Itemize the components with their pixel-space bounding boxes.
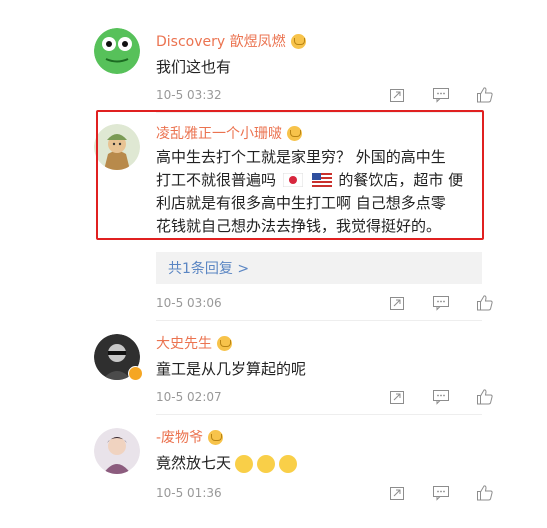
user-row: Discovery 歆煜凤燃 [156, 30, 306, 52]
comment-text-part: 竟然放七天 [156, 454, 232, 472]
reply-box: 共1条回复 > [156, 252, 482, 284]
avatar[interactable] [94, 428, 140, 474]
comment-actions [386, 482, 496, 504]
crown-badge-icon [208, 429, 224, 445]
share-icon[interactable] [386, 293, 408, 313]
smile-face-icon [279, 454, 298, 473]
comment-text: 竟然放七天 [156, 452, 486, 475]
comment-text: 我们这也有 [156, 58, 232, 76]
share-icon[interactable] [386, 85, 408, 105]
like-icon[interactable] [474, 387, 496, 407]
comment-time: 10-5 03:06 [156, 296, 222, 310]
share-icon[interactable] [386, 483, 408, 503]
username[interactable]: 大史先生 [156, 333, 212, 353]
comment-time: 10-5 03:32 [156, 88, 222, 102]
smile-face-icon [235, 454, 254, 473]
divider [156, 414, 482, 415]
share-icon[interactable] [386, 387, 408, 407]
avatar[interactable] [94, 28, 140, 74]
like-icon[interactable] [474, 483, 496, 503]
user-row: -废物爷 [156, 426, 224, 448]
username[interactable]: -废物爷 [156, 427, 203, 447]
comment-actions [386, 386, 496, 408]
user-row: 大史先生 [156, 332, 232, 354]
username[interactable]: Discovery 歆煜凤燃 [156, 31, 286, 51]
comment-actions [386, 292, 496, 314]
view-replies-link[interactable]: 共1条回复 > [168, 258, 249, 278]
comment-icon[interactable] [430, 293, 452, 313]
crown-badge-icon [290, 33, 306, 49]
comment-time: 10-5 02:07 [156, 390, 222, 404]
comment-actions [386, 84, 496, 106]
like-icon[interactable] [474, 293, 496, 313]
comment-icon[interactable] [430, 483, 452, 503]
comment-text: 童工是从几岁算起的呢 [156, 360, 307, 378]
divider [156, 320, 482, 321]
crown-badge-icon [217, 335, 232, 351]
comment-icon[interactable] [430, 387, 452, 407]
comment-icon[interactable] [430, 85, 452, 105]
verified-badge-icon [128, 366, 143, 381]
smile-face-icon [257, 454, 276, 473]
like-icon[interactable] [474, 85, 496, 105]
highlight-box [96, 110, 484, 240]
comment-time: 10-5 01:36 [156, 486, 222, 500]
